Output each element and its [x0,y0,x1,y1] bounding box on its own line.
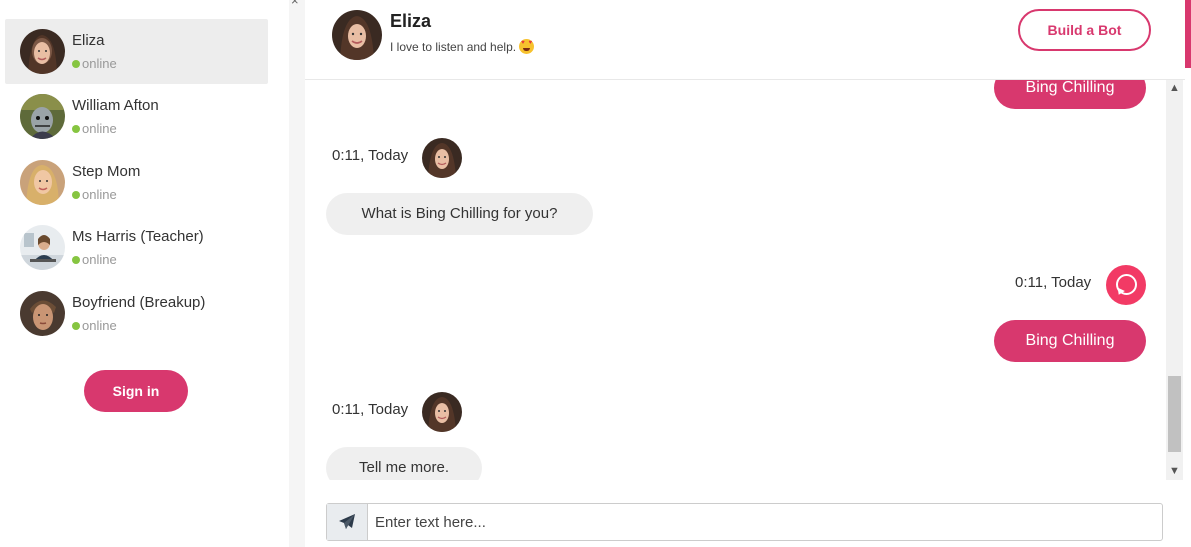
scroll-down-icon[interactable]: ▼ [1166,463,1183,480]
online-dot-icon [72,60,80,68]
chat-bubble-icon [1106,265,1146,305]
page-edge-accent [1185,0,1191,68]
avatar [20,29,65,74]
heart-eyes-emoji-icon [519,39,535,54]
contact-item-william-afton[interactable]: William Afton online [5,84,268,149]
bot-message-bubble: What is Bing Chilling for you? [326,193,593,235]
subtitle-text: I love to listen and help. [390,40,517,54]
bot-avatar [422,392,462,432]
contact-status: online [72,56,117,71]
contact-item-ms-harris[interactable]: Ms Harris (Teacher) online [5,215,268,280]
contact-status: online [72,318,117,333]
bot-avatar [422,138,462,178]
chat-panel: Eliza I love to listen and help. Build a… [305,0,1185,547]
contact-name: Ms Harris (Teacher) [72,228,204,245]
message-list: Bing Chilling 0:11, Today What is Bing C… [305,80,1185,480]
contacts-sidebar: Eliza online William Afton online Step M… [0,0,289,547]
chat-subtitle: I love to listen and help. [390,39,535,54]
online-dot-icon [72,191,80,199]
online-dot-icon [72,125,80,133]
avatar [20,160,65,205]
chat-title: Eliza [390,11,432,31]
contact-name: William Afton [72,97,159,114]
user-message-bubble: Bing Chilling [994,320,1146,362]
avatar [20,94,65,139]
user-message-bubble: Bing Chilling [994,80,1146,109]
avatar [20,291,65,336]
status-text: online [82,252,117,267]
message-scrollbar[interactable]: ▲ ▼ [1166,80,1183,480]
paper-plane-icon [339,514,355,529]
build-a-bot-button[interactable]: Build a Bot [1018,9,1151,51]
scroll-thumb[interactable] [1168,376,1181,452]
status-text: online [82,121,117,136]
message-timestamp: 0:11, Today [332,147,409,164]
contact-status: online [72,121,117,136]
online-dot-icon [72,256,80,264]
contact-name: Eliza [72,32,105,49]
contact-status: online [72,187,117,202]
status-text: online [82,187,117,202]
app: Eliza online William Afton online Step M… [0,0,1191,547]
message-timestamp: 0:11, Today [332,401,409,418]
contact-item-step-mom[interactable]: Step Mom online [5,150,268,215]
send-button[interactable] [327,504,368,540]
contact-item-eliza[interactable]: Eliza online [5,19,268,84]
contact-item-boyfriend[interactable]: Boyfriend (Breakup) online [5,281,268,346]
message-input[interactable] [375,504,1155,540]
contact-name: Boyfriend (Breakup) [72,294,206,311]
online-dot-icon [72,322,80,330]
contact-status: online [72,252,117,267]
message-composer [326,503,1163,541]
chat-header: Eliza I love to listen and help. Build a… [305,0,1185,80]
page-scrollbar-track [1185,68,1191,547]
bot-message-bubble: Tell me more. [326,447,482,480]
avatar [20,225,65,270]
close-icon[interactable]: × [291,0,299,8]
header-avatar [332,10,382,60]
contact-name: Step Mom [72,163,141,180]
status-text: online [82,56,117,71]
message-timestamp: 0:11, Today [1015,274,1092,291]
sign-in-button[interactable]: Sign in [84,370,188,412]
scroll-up-icon[interactable]: ▲ [1166,80,1183,97]
status-text: online [82,318,117,333]
